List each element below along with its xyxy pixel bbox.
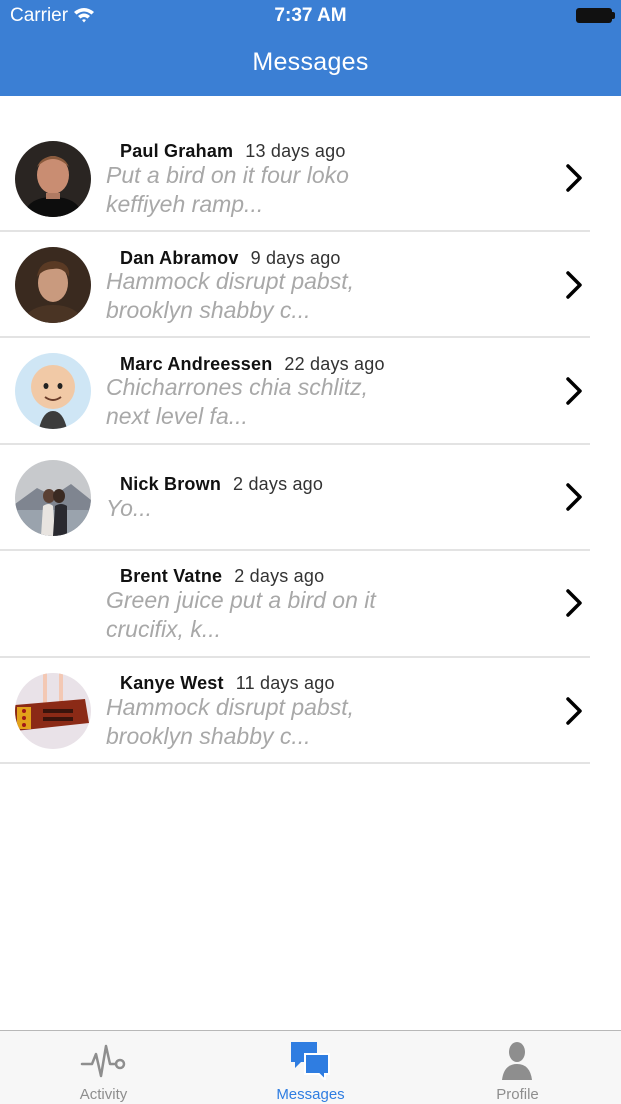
message-preview: Yo... bbox=[106, 494, 406, 523]
avatar bbox=[15, 246, 91, 323]
message-time: 13 days ago bbox=[245, 141, 346, 161]
message-time: 22 days ago bbox=[284, 354, 385, 374]
preview-line: Hammock disrupt pabst, bbox=[106, 693, 354, 720]
message-row[interactable]: Paul Graham 13 days ago Put a bird on it … bbox=[0, 125, 590, 232]
message-time: 2 days ago bbox=[234, 566, 325, 586]
chevron-right-icon[interactable] bbox=[563, 696, 585, 726]
avatar bbox=[15, 672, 91, 749]
sender-name: Dan Abramov 9 days ago bbox=[120, 248, 341, 269]
message-preview: Hammock disrupt pabst, brooklyn shabby c… bbox=[106, 267, 406, 325]
sender-name-text: Brent Vatne bbox=[120, 566, 223, 586]
chevron-right-icon[interactable] bbox=[563, 270, 585, 300]
sender-name-text: Dan Abramov bbox=[120, 247, 239, 268]
tab-messages[interactable]: Messages bbox=[207, 1031, 414, 1104]
message-preview: Green juice put a bird on it crucifix, k… bbox=[106, 586, 406, 644]
message-preview: Hammock disrupt pabst, brooklyn shabby c… bbox=[106, 693, 406, 751]
preview-line: brooklyn shabby c... bbox=[106, 296, 311, 323]
battery-icon bbox=[576, 8, 615, 23]
sender-name: Paul Graham 13 days ago bbox=[120, 141, 346, 162]
message-row[interactable]: Dan Abramov 9 days ago Hammock disrupt pa… bbox=[0, 232, 590, 338]
sender-name-text: Nick Brown bbox=[120, 473, 222, 494]
message-preview: Put a bird on it four loko keffiyeh ramp… bbox=[106, 161, 406, 219]
sender-name: Kanye West 11 days ago bbox=[120, 673, 335, 694]
message-time: 9 days ago bbox=[250, 247, 341, 268]
tab-bar: Activity Messages Profile bbox=[0, 1030, 621, 1104]
page-title: Messages bbox=[252, 48, 369, 76]
chevron-right-icon[interactable] bbox=[563, 376, 585, 406]
message-preview: Chicharrones chia schlitz, next level fa… bbox=[106, 373, 406, 431]
preview-line: Put a bird on it four loko bbox=[106, 162, 349, 188]
activity-pulse-icon bbox=[80, 1044, 126, 1078]
avatar bbox=[15, 353, 91, 429]
sender-name: Marc Andreessen 22 days ago bbox=[120, 354, 385, 375]
status-bar: Carrier 7:37 AM bbox=[0, 0, 621, 32]
tab-label: Activity bbox=[79, 1086, 128, 1103]
preview-line: crucifix, k... bbox=[106, 616, 222, 642]
tab-label: Messages bbox=[276, 1086, 345, 1103]
sender-name-text: Kanye West bbox=[120, 672, 224, 693]
sender-name-text: Paul Graham bbox=[120, 141, 234, 161]
tab-activity[interactable]: Activity bbox=[0, 1031, 207, 1104]
preview-line: keffiyeh ramp... bbox=[106, 191, 264, 217]
chevron-right-icon[interactable] bbox=[563, 163, 585, 193]
sender-name: Brent Vatne 2 days ago bbox=[120, 566, 324, 587]
person-icon bbox=[502, 1042, 532, 1080]
nav-header: Carrier 7:37 AM Messages bbox=[0, 0, 621, 96]
preview-line: Yo... bbox=[106, 494, 153, 521]
chevron-right-icon[interactable] bbox=[563, 588, 585, 618]
message-row[interactable]: Kanye West 11 days ago Hammock disrupt pa… bbox=[0, 658, 590, 764]
message-time: 11 days ago bbox=[235, 672, 335, 693]
chat-bubbles-icon bbox=[291, 1042, 330, 1080]
preview-line: Chicharrones chia schlitz, bbox=[106, 374, 369, 400]
tab-label: Profile bbox=[496, 1086, 539, 1103]
sender-name-text: Marc Andreessen bbox=[120, 354, 273, 374]
preview-line: Green juice put a bird on it bbox=[106, 587, 376, 613]
message-row[interactable]: Nick Brown 2 days ago Yo... bbox=[0, 445, 590, 551]
preview-line: next level fa... bbox=[106, 403, 248, 429]
message-list: Paul Graham 13 days ago Put a bird on it … bbox=[0, 125, 621, 764]
message-row[interactable]: Brent Vatne 2 days ago Green juice put a … bbox=[0, 551, 590, 658]
preview-line: Hammock disrupt pabst, bbox=[106, 267, 354, 294]
message-row[interactable]: Marc Andreessen 22 days ago Chicharrones … bbox=[0, 338, 590, 445]
chevron-right-icon[interactable] bbox=[563, 482, 585, 512]
sender-name: Nick Brown 2 days ago bbox=[120, 474, 323, 495]
tab-profile[interactable]: Profile bbox=[414, 1031, 621, 1104]
status-time: 7:37 AM bbox=[274, 5, 347, 26]
preview-line: brooklyn shabby c... bbox=[106, 722, 311, 749]
avatar bbox=[15, 459, 91, 536]
avatar bbox=[15, 141, 91, 217]
message-time: 2 days ago bbox=[233, 473, 324, 494]
